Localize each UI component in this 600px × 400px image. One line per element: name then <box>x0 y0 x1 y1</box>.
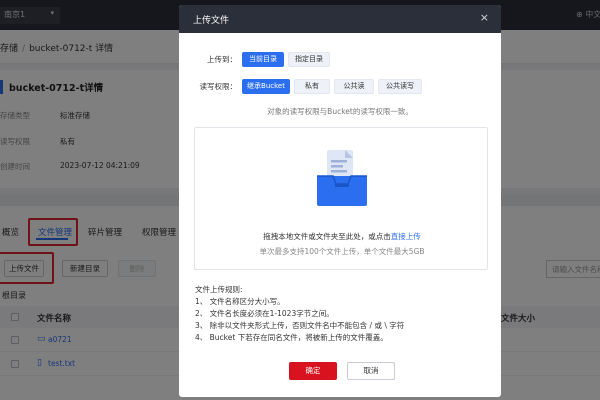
direct-upload-link[interactable]: 直接上传 <box>391 232 421 241</box>
option-current-directory[interactable]: 当前目录 <box>242 52 284 67</box>
permission-hint: 对象的读写权限与Bucket的读写权限一致。 <box>267 107 413 116</box>
option-public-read[interactable]: 公共读 <box>334 79 374 94</box>
upload-rule: 3、 除非以文件夹形式上传，否则文件名中不能包含 / 或 \ 字符 <box>195 321 405 330</box>
confirm-button[interactable]: 确定 <box>289 362 337 380</box>
dialog-header: 上传文件 × <box>179 5 501 33</box>
option-private[interactable]: 私有 <box>294 79 330 94</box>
upload-tray-icon <box>317 150 367 206</box>
close-icon[interactable]: × <box>480 11 489 25</box>
dialog-title: 上传文件 <box>193 16 230 26</box>
option-specified-directory[interactable]: 指定目录 <box>288 52 330 67</box>
cancel-button[interactable]: 取消 <box>347 362 395 380</box>
upload-rule: 2、 文件名长度必须在1-1023字节之间。 <box>195 309 334 318</box>
permission-label: 读写权限： <box>199 82 238 91</box>
upload-rule: 1、 文件名称区分大小写。 <box>195 297 285 306</box>
option-public-read-write[interactable]: 公共读写 <box>378 79 422 94</box>
upload-file-dialog: 上传文件 × 上传到： 当前目录 指定目录 读写权限： 继承Bucket 私有 … <box>179 5 501 397</box>
dropzone-text: 拖拽本地文件或文件夹至此处，或点击 <box>263 232 391 241</box>
dropzone-instruction: 拖拽本地文件或文件夹至此处，或点击直接上传 <box>195 231 489 242</box>
option-inherit-bucket[interactable]: 继承Bucket <box>242 79 290 94</box>
upload-rules-title: 文件上传规则: <box>195 285 243 294</box>
upload-dropzone[interactable]: 拖拽本地文件或文件夹至此处，或点击直接上传 单次最多支持100个文件上传，单个文… <box>194 127 488 270</box>
upload-rule: 4、 Bucket 下若存在同名文件，将被新上传的文件覆盖。 <box>195 333 388 342</box>
upload-to-label: 上传到： <box>207 55 237 64</box>
dropzone-limit: 单次最多支持100个文件上传，单个文件最大5GB <box>259 247 425 256</box>
